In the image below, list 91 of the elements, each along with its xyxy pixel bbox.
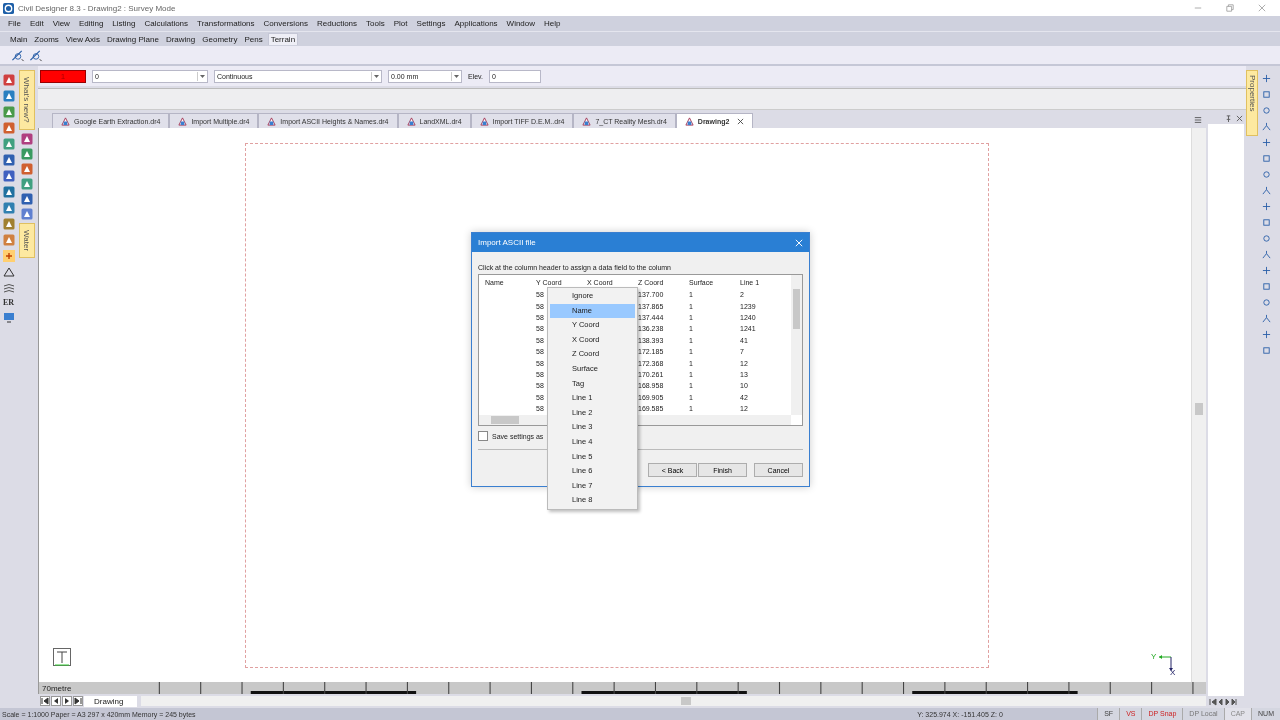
tool-label[interactable]: ER xyxy=(2,298,15,307)
ribbon-tab[interactable]: View Axis xyxy=(63,33,102,45)
menu-item[interactable]: Tools xyxy=(366,19,385,28)
tool-icon[interactable] xyxy=(20,177,33,190)
document-icon xyxy=(479,116,489,126)
tool-icon[interactable] xyxy=(2,170,15,182)
menu-item[interactable]: View xyxy=(52,19,70,28)
caret-icon[interactable] xyxy=(371,71,381,81)
panel-navigation-icon[interactable] xyxy=(1208,698,1238,706)
tool-icon[interactable] xyxy=(2,122,15,134)
scale-label: 70metre xyxy=(41,683,73,693)
contour-lines-icon[interactable] xyxy=(2,282,15,294)
sheet-tab[interactable]: Drawing xyxy=(84,695,138,707)
menu-item[interactable]: Reductions xyxy=(317,19,358,28)
triangle-icon[interactable] xyxy=(2,266,15,278)
tool-icon[interactable] xyxy=(2,218,15,230)
snap-tool-icon[interactable] xyxy=(1262,266,1271,275)
tool-icon[interactable] xyxy=(20,192,33,205)
snap-tool-icon[interactable] xyxy=(1262,250,1271,259)
monitor-icon[interactable] xyxy=(2,311,15,323)
vertical-scrollbar[interactable] xyxy=(791,275,802,415)
tool-icon[interactable] xyxy=(20,207,33,220)
horizontal-scrollbar[interactable] xyxy=(141,696,1206,706)
x-axis-label: X xyxy=(1170,668,1176,677)
tool-icon[interactable] xyxy=(2,186,15,198)
menu-item[interactable]: Editing xyxy=(78,19,104,28)
menu-item[interactable]: Conversions xyxy=(263,19,309,28)
menu-icon[interactable] xyxy=(1194,116,1202,124)
tool-icon[interactable] xyxy=(2,138,15,150)
water-tab[interactable]: Water xyxy=(18,222,35,258)
menu-item[interactable]: Help xyxy=(544,19,561,28)
tool-icon[interactable] xyxy=(20,147,33,160)
document-icon xyxy=(178,116,188,126)
tool-icon[interactable] xyxy=(2,202,15,214)
document-icon xyxy=(406,116,416,126)
caret-icon[interactable] xyxy=(197,71,207,81)
document-icon xyxy=(582,116,592,126)
last-sheet-icon[interactable] xyxy=(73,696,83,706)
checkbox[interactable] xyxy=(478,431,488,441)
ribbon-tab[interactable]: Drawing xyxy=(163,33,198,45)
ribbon-tab[interactable]: Pens xyxy=(242,33,265,45)
pin-icon[interactable] xyxy=(1225,114,1232,122)
tool-icon[interactable] xyxy=(2,90,15,102)
vertical-scrollbar[interactable] xyxy=(1191,128,1206,682)
menu-item[interactable]: Applications xyxy=(454,19,498,28)
menu-item[interactable]: Settings xyxy=(416,19,446,28)
menu-item[interactable]: Window xyxy=(506,19,536,28)
previous-sheet-icon[interactable] xyxy=(51,696,61,706)
tool-icon[interactable] xyxy=(2,74,15,86)
ribbon-tab[interactable]: Drawing Plane xyxy=(104,33,161,45)
snap-tool-icon[interactable] xyxy=(1262,346,1271,355)
menu-item[interactable]: Plot xyxy=(393,19,408,28)
tool-icon[interactable] xyxy=(2,154,15,166)
plus-icon[interactable] xyxy=(2,250,15,262)
snap-tool-icon[interactable] xyxy=(1262,122,1271,131)
ribbon-tab[interactable]: Terrain xyxy=(267,33,299,45)
whats-new-tab[interactable]: What's new? xyxy=(18,70,35,130)
snap-tool-icon[interactable] xyxy=(1262,330,1271,339)
tool-icon[interactable] xyxy=(20,132,33,145)
pen-tool-icon[interactable] xyxy=(28,48,44,62)
menu-item[interactable]: Transformations xyxy=(197,19,255,28)
tool-icon[interactable] xyxy=(20,162,33,175)
tool-icon[interactable] xyxy=(2,106,15,118)
document-icon xyxy=(684,116,694,126)
close-icon[interactable] xyxy=(737,117,745,125)
menu-item[interactable]: File xyxy=(8,19,21,28)
tool-icon[interactable] xyxy=(2,234,15,246)
snap-tool-icon[interactable] xyxy=(1262,186,1271,195)
properties-tab[interactable]: Properties xyxy=(1246,70,1258,136)
menu-item[interactable]: Calculations xyxy=(144,19,189,28)
ribbon-tab[interactable]: Main xyxy=(8,33,30,45)
snap-tool-icon[interactable] xyxy=(1262,74,1271,83)
menu-item[interactable]: Edit xyxy=(29,19,44,28)
dialog-title: Import ASCII file xyxy=(478,238,536,247)
window-title: Civil Designer 8.3 - Drawing2 : Survey Mode xyxy=(18,3,176,13)
pen-tool-icon[interactable] xyxy=(10,48,26,62)
next-sheet-icon[interactable] xyxy=(62,696,72,706)
ribbon-tab[interactable]: Geometry xyxy=(200,33,240,45)
first-sheet-icon[interactable] xyxy=(40,696,50,706)
close-icon[interactable] xyxy=(1236,114,1243,122)
restore-icon[interactable] xyxy=(1226,4,1234,12)
y-axis-label: Y xyxy=(1151,652,1157,661)
snap-tool-icon[interactable] xyxy=(1262,138,1271,147)
document-icon xyxy=(267,116,277,126)
ribbon-tab[interactable]: Zooms xyxy=(32,33,61,45)
document-icon xyxy=(61,116,70,126)
text-tool-icon[interactable] xyxy=(53,648,71,666)
menu-item[interactable]: Listing xyxy=(112,19,136,28)
caret-icon[interactable] xyxy=(451,71,461,81)
snap-tool-icon[interactable] xyxy=(1262,202,1271,211)
snap-tool-icon[interactable] xyxy=(1262,314,1271,323)
